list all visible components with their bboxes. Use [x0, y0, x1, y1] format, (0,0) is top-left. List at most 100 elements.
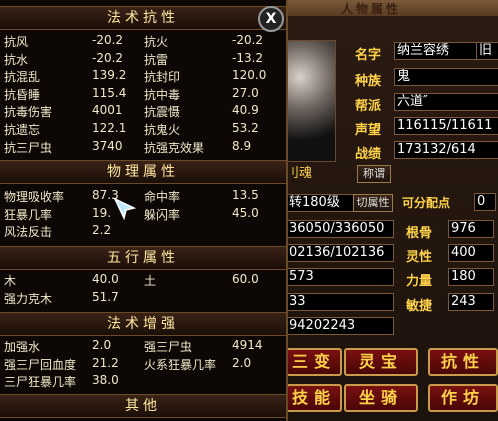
section-header-other: 其他 [0, 394, 286, 418]
stat-label: 抗鬼火 [144, 123, 181, 137]
battle-label: 战绩 [355, 147, 382, 162]
section-header-magic-resist: 法术抗性 [0, 6, 286, 30]
section-header-physical: 物理属性 [0, 160, 286, 184]
stat-label-strength: 力量 [406, 274, 433, 289]
stat-label-agility: 敏捷 [406, 299, 433, 314]
stat-row: 三尸狂暴几率 38.0 [4, 373, 280, 390]
stat-label: 抗混乱 [4, 70, 41, 85]
stat-label: 抗封印 [144, 70, 181, 85]
alloc-points-label: 可分配点 [402, 196, 451, 210]
stat-label: 狂暴几率 [4, 207, 53, 222]
stat-value: 2.0 [92, 338, 112, 352]
stat-value: 60.0 [232, 272, 259, 286]
stat-value-5: 94202243 [286, 317, 394, 335]
stat-label: 抗中毒 [144, 87, 181, 102]
stat-label: 加强水 [4, 340, 41, 354]
stat-value: 38.0 [92, 373, 119, 388]
transform-button[interactable]: 三变 [286, 348, 342, 376]
title-button[interactable]: 称谓 [357, 165, 391, 183]
name-tag-right: 旧 [476, 42, 498, 60]
stat-value: 21.2 [92, 355, 119, 370]
stat-value: 139.2 [92, 68, 127, 83]
faction-value: 六道″ [394, 93, 498, 111]
stat-value-agility: 243 [448, 293, 494, 311]
stat-label-spirit: 灵性 [406, 250, 433, 265]
stat-value-strength: 180 [448, 268, 494, 286]
stat-value: 27.0 [232, 85, 259, 100]
stat-label: 命中率 [144, 190, 181, 204]
race-label: 种族 [355, 74, 382, 89]
resistance-button[interactable]: 抗性 [428, 348, 498, 376]
stat-label: 木 [4, 274, 17, 288]
stat-row: 抗昏睡 115.4 抗中毒 27.0 [4, 86, 280, 103]
character-portrait [284, 40, 336, 162]
stat-label: 躲闪率 [144, 207, 181, 222]
stat-label: 抗火 [144, 35, 169, 49]
stat-value: 4001 [92, 103, 123, 118]
stat-value: 2.2 [92, 223, 112, 237]
stat-value: -20.2 [92, 33, 124, 47]
stat-value-3: 573 [286, 268, 394, 286]
stat-value-4: 33 [286, 293, 394, 311]
stat-value: 40.9 [232, 103, 259, 118]
stat-value: 4914 [232, 338, 263, 352]
stat-label: 抗震慑 [144, 105, 181, 120]
stat-label: 强三尸回血度 [4, 357, 77, 372]
skill-button[interactable]: 技能 [286, 384, 342, 412]
character-window-titlebar: 人物属性 [286, 0, 498, 16]
stat-row: 风法反击 2.2 [4, 223, 280, 240]
stat-label: 土 [144, 274, 157, 288]
stat-row: 抗混乱 139.2 抗封印 120.0 [4, 68, 280, 85]
stat-label: 火系狂暴几率 [144, 357, 217, 372]
stat-value: 8.9 [232, 138, 252, 153]
stat-value: 51.7 [92, 290, 119, 304]
mount-button[interactable]: 坐骑 [344, 384, 418, 412]
close-button[interactable]: X [258, 6, 284, 32]
stat-row: 木 40.0 土 60.0 [4, 272, 280, 289]
stat-label: 抗遗忘 [4, 123, 41, 137]
faction-label: 帮派 [355, 99, 382, 114]
treasure-button[interactable]: 灵宝 [344, 348, 418, 376]
stat-label-root: 根骨 [406, 226, 433, 241]
stat-row: 物理吸收率 87.3 命中率 13.5 [4, 188, 280, 205]
stat-label: 抗毒伤害 [4, 105, 53, 120]
name-value: 纳兰容绣 [394, 42, 480, 60]
stat-label: 强力克木 [4, 292, 53, 306]
spirit-label: 刂魂 [286, 166, 313, 181]
section-header-elements: 五行属性 [0, 246, 286, 270]
race-value: 鬼 [394, 68, 498, 86]
stat-value-root: 976 [448, 220, 494, 238]
stat-value: 115.4 [92, 85, 127, 100]
stat-label: 抗三尸虫 [4, 140, 53, 155]
stat-value: 13.5 [232, 188, 259, 202]
stat-value: -20.2 [232, 33, 264, 47]
mp-value: 02136/102136 [286, 244, 394, 262]
attribute-detail-popup: 法术抗性 X 抗风 -20.2 抗火 -20.2 抗水 -20.2 抗雷 -13.2 抗混乱 13… [0, 0, 288, 421]
stat-value: 2.0 [232, 355, 252, 370]
stat-label: 三尸狂暴几率 [4, 375, 77, 390]
stat-value: -20.2 [92, 50, 124, 65]
stat-value: 53.2 [232, 121, 259, 135]
stat-value: 19. [92, 205, 112, 220]
workshop-button[interactable]: 作坊 [428, 384, 498, 412]
stat-row: 狂暴几率 19. 躲闪率 45.0 [4, 206, 280, 223]
stat-label: 抗水 [4, 52, 29, 67]
stat-value: 40.0 [92, 272, 119, 286]
fame-value: 116115/11611 [394, 117, 498, 135]
stat-row: 抗毒伤害 4001 抗震慑 40.9 [4, 103, 280, 120]
character-window-title: 人物属性 [341, 2, 402, 16]
level-value: 转180级 [286, 194, 354, 212]
stat-row: 强力克木 51.7 [4, 290, 280, 307]
fame-label: 声望 [355, 123, 382, 138]
stat-value: 3740 [92, 138, 123, 153]
stat-label: 物理吸收率 [4, 190, 65, 204]
stat-value: 122.1 [92, 121, 127, 135]
pointer-cursor-icon [113, 197, 137, 221]
stat-value: 120.0 [232, 68, 267, 83]
switch-attribute-button[interactable]: 切属性 [353, 194, 393, 212]
stat-label: 抗雷 [144, 52, 169, 67]
stat-label: 抗强克效果 [144, 140, 205, 155]
stat-row: 抗三尸虫 3740 抗强克效果 8.9 [4, 139, 280, 156]
stat-value-spirit: 400 [448, 244, 494, 262]
stat-row: 抗遗忘 122.1 抗鬼火 53.2 [4, 121, 280, 138]
